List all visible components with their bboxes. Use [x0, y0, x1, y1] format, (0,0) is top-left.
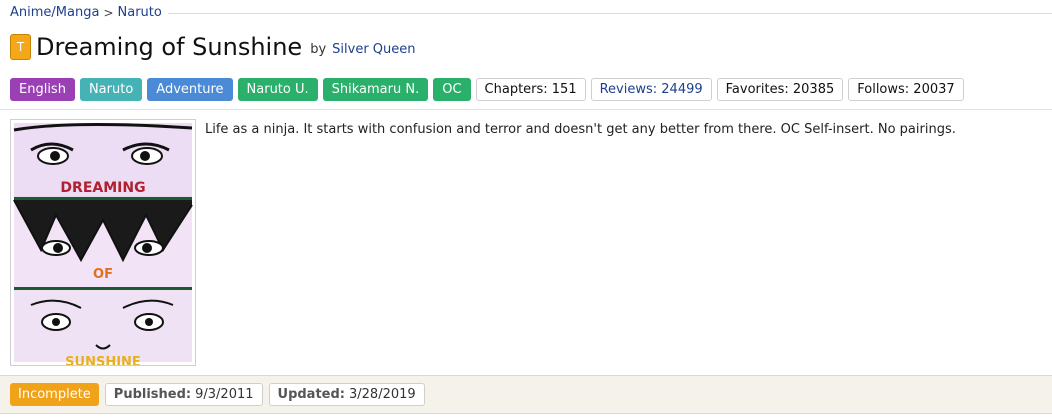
reviews-link[interactable]: Reviews: 24499: [590, 78, 712, 101]
fandom-tag[interactable]: Naruto: [79, 78, 143, 101]
chapters-stat: Chapters: 151: [475, 78, 586, 101]
breadcrumb-fandom-link[interactable]: Naruto: [118, 5, 162, 20]
story-title: Dreaming of Sunshine: [36, 33, 303, 61]
updated-value: 3/28/2019: [349, 387, 416, 402]
tags-row: English Naruto Adventure Naruto U. Shika…: [10, 78, 964, 101]
language-tag[interactable]: English: [10, 78, 75, 101]
genre-tag[interactable]: Adventure: [147, 78, 233, 101]
character-tag[interactable]: Naruto U.: [237, 78, 318, 101]
published-value: 9/3/2011: [195, 387, 254, 402]
cover-word: DREAMING: [60, 180, 145, 196]
section-divider: [0, 109, 1052, 110]
breadcrumb-separator: >: [103, 5, 114, 20]
author-link[interactable]: Silver Queen: [332, 42, 415, 57]
updated-label: Updated:: [277, 387, 345, 402]
story-summary: Life as a ninja. It starts with confusio…: [205, 122, 956, 137]
header-divider: [168, 13, 1052, 14]
breadcrumb: Anime/Manga > Naruto: [10, 5, 162, 20]
favorites-stat: Favorites: 20385: [716, 78, 844, 101]
cover-word: OF: [93, 267, 113, 282]
status-badge: Incomplete: [10, 383, 99, 406]
by-label: by: [310, 41, 327, 57]
published-label: Published:: [113, 387, 192, 402]
published-date: Published: 9/3/2011: [104, 383, 263, 406]
character-tag[interactable]: OC: [433, 78, 471, 101]
story-status-bar: Incomplete Published: 9/3/2011 Updated: …: [0, 375, 1052, 414]
cover-word: SUNSHINE: [65, 355, 141, 365]
cover-artwork: DREAMING OF SUNSHINE: [13, 122, 193, 370]
breadcrumb-category-link[interactable]: Anime/Manga: [10, 5, 99, 20]
story-cover-image[interactable]: DREAMING OF SUNSHINE: [10, 119, 196, 370]
updated-date: Updated: 3/28/2019: [268, 383, 425, 406]
story-header: T Dreaming of Sunshine by Silver Queen: [10, 33, 416, 61]
follows-stat: Follows: 20037: [848, 78, 964, 101]
rating-badge: T: [10, 34, 31, 60]
character-tag[interactable]: Shikamaru N.: [322, 78, 429, 101]
